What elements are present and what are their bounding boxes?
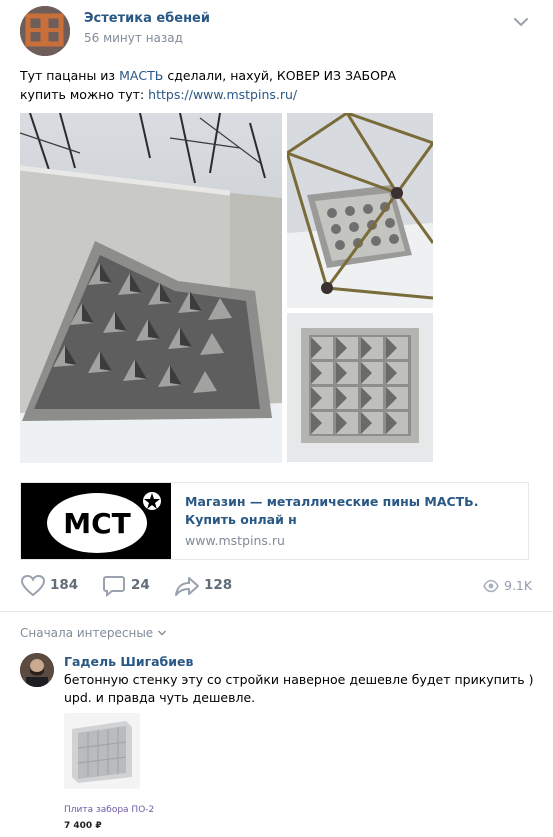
community-avatar[interactable]: [20, 6, 70, 56]
post-timestamp[interactable]: 56 минут назад: [84, 31, 183, 45]
commenter-avatar[interactable]: [20, 653, 54, 687]
link-preview-logo: МСТ: [21, 483, 171, 559]
comments-sort-dropdown[interactable]: Сначала интересные: [20, 626, 167, 640]
chevron-down-icon: [158, 630, 167, 636]
comments-divider: [0, 611, 553, 612]
community-logo-icon: [20, 6, 70, 56]
comment-line: бетонную стенку эту со стройки наверное …: [64, 672, 534, 687]
post-menu-chevron-icon[interactable]: [512, 14, 530, 28]
share-icon: [175, 577, 199, 596]
heart-icon: [20, 574, 46, 597]
link-preview-domain: www.mstpins.ru: [185, 533, 285, 548]
post-photo-top-right[interactable]: [287, 113, 433, 308]
mast-mention-link[interactable]: МАСТЬ: [119, 68, 163, 83]
post-photo-bottom-right[interactable]: [287, 313, 433, 462]
product-title[interactable]: Плита забора ПО-2: [64, 805, 154, 815]
post-text-part: Тут пацаны из: [20, 68, 120, 83]
post-photo-main[interactable]: [20, 113, 282, 463]
comment-author-name[interactable]: Гадель Шигабиев: [64, 654, 193, 669]
post-text-part: купить можно тут:: [20, 87, 149, 102]
post-text: Тут пацаны из МАСТЬ сделали, нахуй, КОВЕ…: [20, 66, 530, 104]
views-count: 9.1K: [504, 578, 533, 593]
share-count: 128: [204, 577, 233, 593]
product-price: 7 400 ₽: [64, 821, 102, 831]
link-preview-card[interactable]: МСТ Магазин — металлические пины МАСТЬ. …: [20, 482, 529, 560]
post-text-part: сделали, нахуй, КОВЕР ИЗ ЗАБОРА: [163, 68, 397, 83]
shop-url-link[interactable]: https://www.mstpins.ru/: [148, 87, 297, 102]
link-preview-title[interactable]: Магазин — металлические пины МАСТЬ. Купи…: [185, 493, 525, 529]
comment-icon: [103, 576, 125, 598]
logo-text: МСТ: [63, 507, 131, 540]
comment-line: upd. и правда чуть дешевле.: [64, 690, 256, 705]
like-count: 184: [50, 577, 79, 593]
comment-count: 24: [131, 577, 150, 593]
sort-label: Сначала интересные: [20, 626, 154, 640]
eye-icon: [483, 579, 499, 593]
product-image[interactable]: [64, 713, 140, 789]
comment-text: бетонную стенку эту со стройки наверное …: [64, 671, 533, 707]
post-author-name[interactable]: Эстетика ебеней: [84, 11, 210, 26]
